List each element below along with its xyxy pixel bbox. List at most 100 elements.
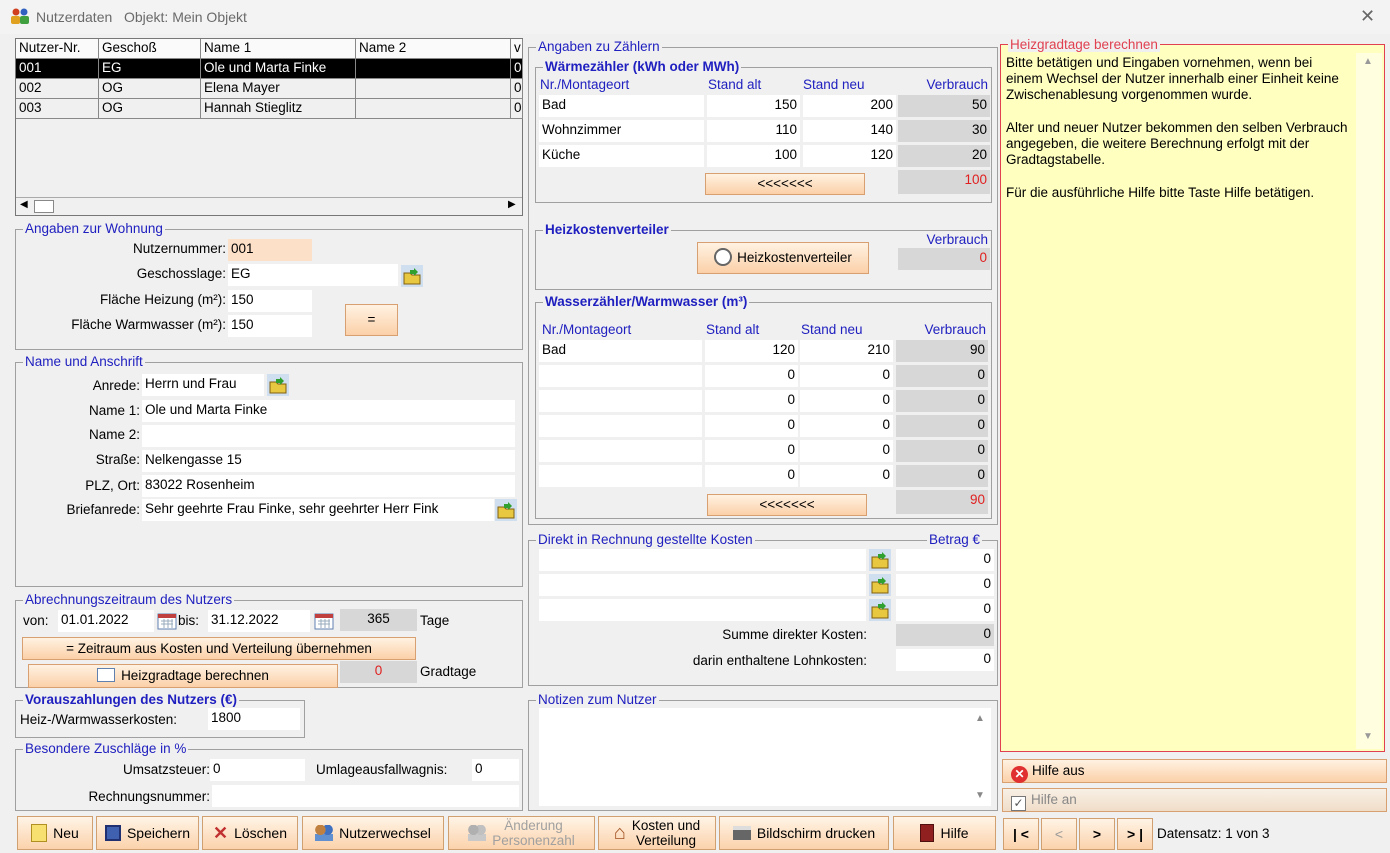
hilfe-an-button[interactable]: ✓ Hilfe an <box>1002 788 1387 812</box>
wasser-ort-field[interactable] <box>539 415 702 437</box>
nutzernummer-field[interactable]: 001 <box>228 239 312 261</box>
col-header-nr[interactable]: Nutzer-Nr. <box>16 39 99 59</box>
waerme-ort-field[interactable]: Wohnzimmer <box>539 120 704 142</box>
wasser-ort-field[interactable] <box>539 365 702 387</box>
folder-select-icon[interactable] <box>267 374 289 396</box>
waerme-ort-field[interactable]: Küche <box>539 145 704 167</box>
wasser-neu-field[interactable]: 0 <box>800 440 893 462</box>
lohn-field[interactable]: 0 <box>896 649 994 671</box>
folder-select-icon[interactable] <box>869 574 891 596</box>
folder-select-icon[interactable] <box>495 499 517 521</box>
geschosslage-field[interactable]: EG <box>228 264 398 286</box>
voraus-field[interactable]: 1800 <box>208 708 300 730</box>
scroll-up-icon[interactable]: ▲ <box>1363 56 1373 67</box>
direkt-betrag-field[interactable]: 0 <box>896 549 994 571</box>
direkt-text-field[interactable] <box>539 599 866 621</box>
direkt-text-field[interactable] <box>539 574 866 596</box>
col-header-v[interactable]: V <box>511 39 523 59</box>
scroll-up-icon[interactable]: ▲ <box>975 713 985 724</box>
close-icon[interactable]: ✕ <box>1360 6 1375 27</box>
folder-select-icon[interactable] <box>401 265 423 287</box>
col-header-geschoss[interactable]: Geschoß <box>99 39 201 59</box>
nav-first-button[interactable]: | < <box>1003 818 1039 850</box>
wasser-alt-field[interactable]: 0 <box>705 440 798 462</box>
wasser-neu-field[interactable]: 0 <box>800 365 893 387</box>
wasser-alt-field[interactable]: 120 <box>705 340 798 362</box>
direkt-text-field[interactable] <box>539 549 866 571</box>
wasser-neu-field[interactable]: 0 <box>800 415 893 437</box>
waerme-alt-field[interactable]: 100 <box>707 145 800 167</box>
equal-area-button[interactable]: = <box>345 304 398 336</box>
neu-button[interactable]: Neu <box>17 816 93 850</box>
col-header-name1[interactable]: Name 1 <box>201 39 356 59</box>
flaeche-heizung-field[interactable]: 150 <box>228 290 312 312</box>
umlage-field[interactable]: 0 <box>472 759 519 781</box>
wasser-ort-field[interactable] <box>539 465 702 487</box>
waerme-alt-field[interactable]: 150 <box>707 95 800 117</box>
ust-field[interactable]: 0 <box>210 759 305 781</box>
nav-next-button[interactable]: > <box>1079 818 1115 850</box>
wasser-back-button[interactable]: <<<<<<< <box>707 494 867 516</box>
waerme-back-button[interactable]: <<<<<<< <box>705 173 865 195</box>
anrede-field[interactable]: Herrn und Frau <box>142 374 264 396</box>
wasser-neu-field[interactable]: 0 <box>800 465 893 487</box>
hilfe-aus-button[interactable]: ✕ Hilfe aus <box>1002 759 1387 783</box>
heizgradtage-button[interactable]: Heizgradtage berechnen <box>28 664 338 688</box>
direkt-betrag-field[interactable]: 0 <box>896 574 994 596</box>
waerme-alt-field[interactable]: 110 <box>707 120 800 142</box>
plz-field[interactable]: 83022 Rosenheim <box>142 475 515 497</box>
waerme-neu-field[interactable]: 200 <box>803 95 896 117</box>
wasser-neu-field[interactable]: 210 <box>800 340 893 362</box>
speichern-button[interactable]: Speichern <box>96 816 199 850</box>
wasser-alt-field[interactable]: 0 <box>705 365 798 387</box>
hilfe-button[interactable]: Hilfe <box>893 816 996 850</box>
waerme-neu-field[interactable]: 120 <box>803 145 896 167</box>
wasser-ort-field[interactable] <box>539 440 702 462</box>
table-row[interactable]: 002 OG Elena Mayer 0 <box>16 79 523 99</box>
waerme-ort-field[interactable]: Bad <box>539 95 704 117</box>
help-scrollbar[interactable]: ▲ ▼ <box>1356 53 1382 749</box>
col-header-name2[interactable]: Name 2 <box>356 39 511 59</box>
wasser-alt-field[interactable]: 0 <box>705 390 798 412</box>
scroll-left-icon[interactable]: ◀ <box>20 199 28 210</box>
name1-field[interactable]: Ole und Marta Finke <box>142 400 515 422</box>
wasser-alt-field[interactable]: 0 <box>705 415 798 437</box>
users-table[interactable]: Nutzer-Nr. Geschoß Name 1 Name 2 V 001 E… <box>15 38 523 216</box>
kosten-verteilung-button[interactable]: ⌂ Kosten und Verteilung <box>598 816 716 850</box>
rechnung-field[interactable] <box>212 785 519 807</box>
scroll-thumb[interactable] <box>34 200 54 213</box>
wasser-ort-field[interactable]: Bad <box>539 340 702 362</box>
von-date-field[interactable]: 01.01.2022 <box>58 610 154 632</box>
nav-last-button[interactable]: > | <box>1117 818 1153 850</box>
table-row[interactable]: 003 OG Hannah Stieglitz 0 <box>16 99 523 119</box>
flaeche-ww-field[interactable]: 150 <box>228 315 312 337</box>
heizkostenverteiler-button[interactable]: Heizkostenverteiler <box>697 242 869 274</box>
notizen-textarea[interactable] <box>539 708 991 806</box>
folder-select-icon[interactable] <box>869 599 891 621</box>
checkbox-icon: ✓ <box>1011 796 1026 811</box>
table-row[interactable]: 001 EG Ole und Marta Finke 0 <box>16 59 523 79</box>
zeitraum-uebernehmen-button[interactable]: = Zeitraum aus Kosten und Verteilung übe… <box>22 637 416 660</box>
loeschen-button[interactable]: ✕ Löschen <box>202 816 298 850</box>
strasse-field[interactable]: Nelkengasse 15 <box>142 450 515 472</box>
name2-field[interactable] <box>142 425 515 447</box>
folder-select-icon[interactable] <box>869 549 891 571</box>
scroll-right-icon[interactable]: ▶ <box>508 199 516 210</box>
wasser-neu-field[interactable]: 0 <box>800 390 893 412</box>
nav-prev-button[interactable]: < <box>1041 818 1077 850</box>
bis-date-field[interactable]: 31.12.2022 <box>208 610 310 632</box>
bildschirm-drucken-button[interactable]: Bildschirm drucken <box>719 816 889 850</box>
calendar-icon[interactable] <box>313 610 335 632</box>
voraus-label: Heiz-/Warmwasserkosten: <box>20 712 178 727</box>
waerme-neu-field[interactable]: 140 <box>803 120 896 142</box>
scroll-down-icon[interactable]: ▼ <box>975 790 985 801</box>
briefanrede-field[interactable]: Sehr geehrte Frau Finke, sehr geehrter H… <box>142 499 494 521</box>
wasser-alt-field[interactable]: 0 <box>705 465 798 487</box>
direkt-betrag-field[interactable]: 0 <box>896 599 994 621</box>
scroll-down-icon[interactable]: ▼ <box>1363 731 1373 742</box>
nutzerwechsel-button[interactable]: Nutzerwechsel <box>302 816 444 850</box>
calendar-icon[interactable] <box>156 610 178 632</box>
aenderung-personenzahl-button[interactable]: Änderung Personenzahl <box>448 816 595 850</box>
wasser-ort-field[interactable] <box>539 390 702 412</box>
horizontal-scrollbar[interactable]: ◀ ▶ <box>16 197 522 215</box>
